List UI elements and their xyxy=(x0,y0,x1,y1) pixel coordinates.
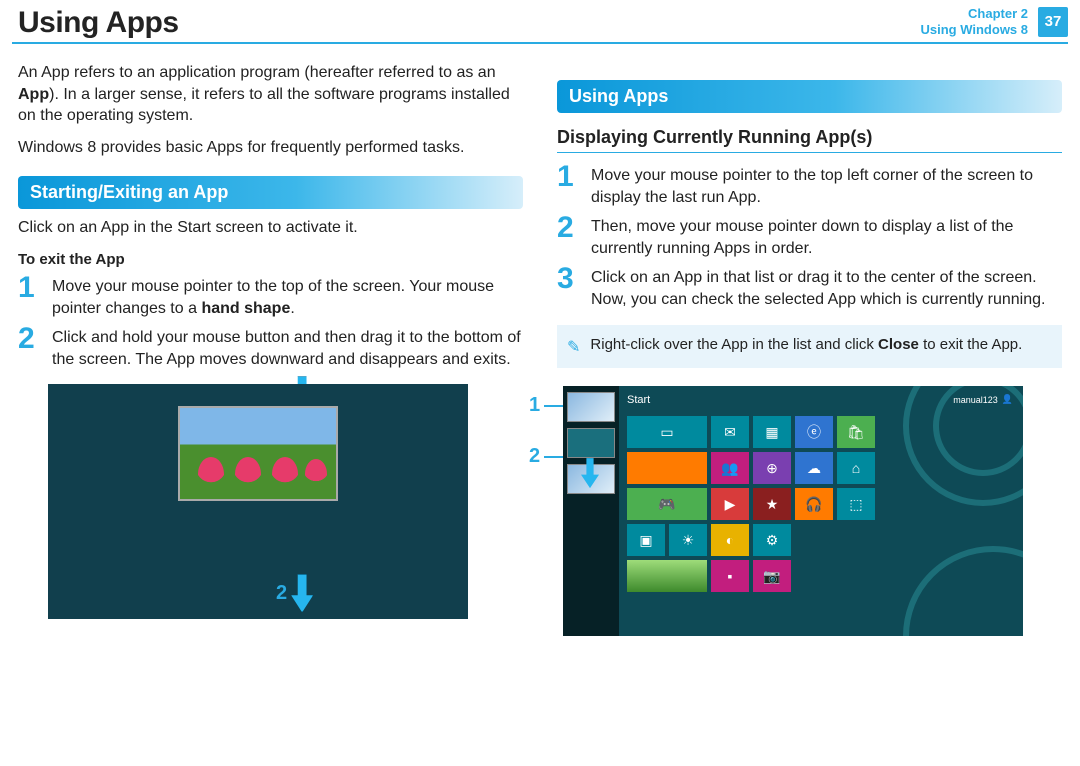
user-badge: manual123 👤 xyxy=(953,394,1013,405)
app-thumbnail xyxy=(567,428,615,458)
section-bar-using-apps: Using Apps xyxy=(557,80,1062,113)
tile: ★ xyxy=(753,488,791,520)
figure-callout-2: 2 xyxy=(276,574,313,612)
step-number: 2 xyxy=(557,214,581,259)
section1-line: Click on an App in the Start screen to a… xyxy=(18,217,523,239)
header-meta: Chapter 2 Using Windows 8 37 xyxy=(921,6,1069,37)
tile: ▭ xyxy=(627,416,707,448)
tile-calendar: ▦ xyxy=(753,416,791,448)
left-step-1: 1 Move your mouse pointer to the top of … xyxy=(18,274,523,319)
tile-weather: ☀ xyxy=(669,524,707,556)
tile: ⬚ xyxy=(837,488,875,520)
page-title: Using Apps xyxy=(18,6,179,40)
tile: ⌂ xyxy=(837,452,875,484)
tile: ▪ xyxy=(711,560,749,592)
left-step-2: 2 Click and hold your mouse button and t… xyxy=(18,325,523,370)
tile: ▣ xyxy=(627,524,665,556)
note-text: Right-click over the App in the list and… xyxy=(590,335,1022,355)
step-number: 1 xyxy=(557,163,581,208)
chapter-label: Chapter 2 xyxy=(921,6,1029,22)
right-step-1: 1 Move your mouse pointer to the top lef… xyxy=(557,163,1062,208)
exit-heading: To exit the App xyxy=(18,251,523,268)
figure-running-apps: 1 2 Start manual123 👤 xyxy=(557,386,1062,636)
left-column: An App refers to an application program … xyxy=(18,62,523,636)
section-label: Using Windows 8 xyxy=(921,22,1029,38)
header-rule xyxy=(12,42,1068,44)
tile-store: 🛍 xyxy=(837,416,875,448)
figure-exit-canvas xyxy=(48,384,468,619)
start-screen-label: Start xyxy=(627,394,650,406)
tile: ⚙ xyxy=(753,524,791,556)
figure-photo-tulips xyxy=(178,406,338,501)
right-step-2: 2 Then, move your mouse pointer down to … xyxy=(557,214,1062,259)
tile-ie: ⓔ xyxy=(795,416,833,448)
tile: ◐ xyxy=(711,524,749,556)
subhead-display-running: Displaying Currently Running App(s) xyxy=(557,127,1062,153)
running-apps-sidebar xyxy=(563,386,619,636)
tile-photos xyxy=(627,560,707,592)
step-number: 2 xyxy=(18,325,42,370)
tile-skydrive: ☁ xyxy=(795,452,833,484)
tile-games: 🎮 xyxy=(627,488,707,520)
note-icon: ✎ xyxy=(567,337,580,359)
app-thumbnail xyxy=(567,392,615,422)
intro-paragraph-2: Windows 8 provides basic Apps for freque… xyxy=(18,137,523,159)
right-step-3: 3 Click on an App in that list or drag i… xyxy=(557,265,1062,310)
user-icon: 👤 xyxy=(1002,394,1013,405)
figure-start-screen: Start manual123 👤 ▭ ✉ ▦ ⓔ 🛍 👥 ⊕ ☁ ⌂ xyxy=(563,386,1023,636)
tile-people: 👥 xyxy=(711,452,749,484)
figure-exit-app: 1 2 xyxy=(48,384,523,619)
section-bar-starting-exiting: Starting/Exiting an App xyxy=(18,176,523,209)
intro-paragraph-1: An App refers to an application program … xyxy=(18,62,523,127)
tile-mail: ✉ xyxy=(711,416,749,448)
start-tiles: ▭ ✉ ▦ ⓔ 🛍 👥 ⊕ ☁ ⌂ 🎮 ▶ ★ 🎧 ⬚ xyxy=(627,416,917,592)
page-number-badge: 37 xyxy=(1038,7,1068,37)
tile-camera: 📷 xyxy=(753,560,791,592)
right-column: Using Apps Displaying Currently Running … xyxy=(557,62,1062,636)
step-number: 3 xyxy=(557,265,581,310)
tile-maps: ⊕ xyxy=(753,452,791,484)
step-number: 1 xyxy=(18,274,42,319)
tile xyxy=(627,452,707,484)
note-box: ✎ Right-click over the App in the list a… xyxy=(557,325,1062,369)
page-header: Using Apps Chapter 2 Using Windows 8 37 xyxy=(0,0,1080,42)
tile-music: 🎧 xyxy=(795,488,833,520)
arrow-down-icon xyxy=(291,574,313,612)
tile: ▶ xyxy=(711,488,749,520)
